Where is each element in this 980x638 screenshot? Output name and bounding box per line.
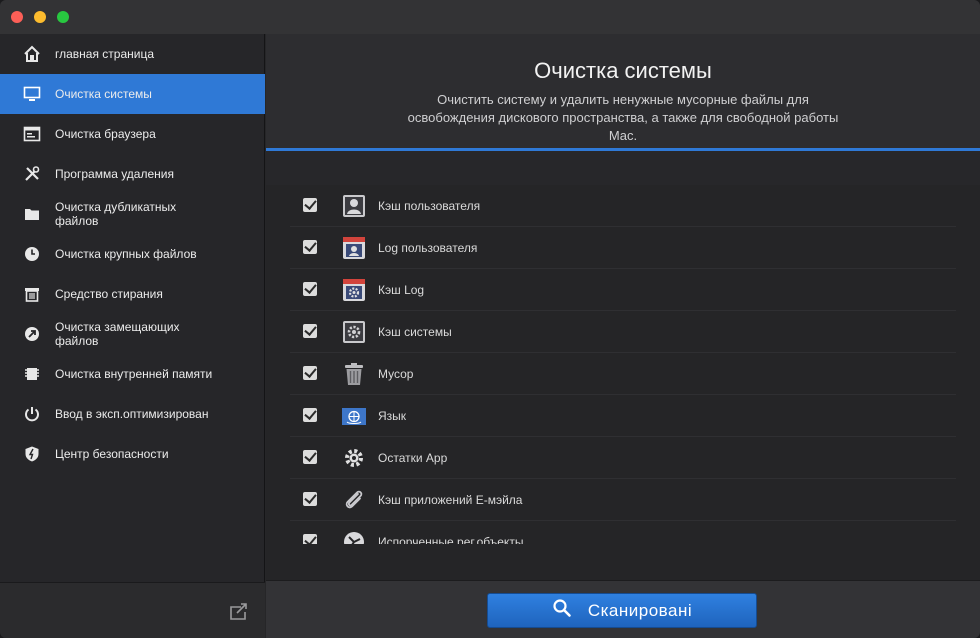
- list-item[interactable]: Log пользователя: [290, 227, 956, 269]
- sidebar-item-label: Ввод в эксп.оптимизирован: [55, 407, 209, 421]
- sidebar-item-shredder[interactable]: Средство стирания: [0, 274, 265, 314]
- item-label: Кэш пользователя: [378, 199, 481, 213]
- sidebar-item-startup-optimization[interactable]: Ввод в эксп.оптимизирован: [0, 394, 265, 434]
- sidebar-item-large-files[interactable]: Очистка крупных файлов: [0, 234, 265, 274]
- item-label: Язык: [378, 409, 407, 423]
- item-checkbox[interactable]: [303, 324, 317, 338]
- item-label: Кэш приложений E-мэйла: [378, 493, 523, 507]
- monitor-icon: [22, 84, 42, 104]
- list-item[interactable]: Кэш приложений E-мэйла: [290, 479, 956, 521]
- log-cache-icon: [341, 277, 367, 303]
- item-checkbox[interactable]: [303, 198, 317, 212]
- item-label: Испорченные рег.объекты: [378, 535, 524, 544]
- sidebar-item-alias-files[interactable]: Очистка замещающих файлов: [0, 314, 265, 354]
- sidebar-nav: главная страница Очистка системы Очистка…: [0, 34, 265, 474]
- list-item[interactable]: Язык: [290, 395, 956, 437]
- item-checkbox[interactable]: [303, 408, 317, 422]
- share-icon[interactable]: [228, 601, 250, 621]
- search-icon: [552, 598, 572, 623]
- close-window-button[interactable]: [11, 11, 23, 23]
- title-bar: [0, 0, 980, 34]
- list-item[interactable]: Испорченные рег.объекты: [290, 521, 956, 544]
- sidebar-item-label: Очистка системы: [55, 87, 152, 101]
- page-title: Очистка системы: [534, 58, 712, 83]
- sidebar: главная страница Очистка системы Очистка…: [0, 34, 265, 638]
- item-label: Кэш Log: [378, 283, 425, 297]
- item-checkbox[interactable]: [303, 240, 317, 254]
- user-log-icon: [341, 235, 367, 261]
- page-description: Очистить систему и удалить ненужные мусо…: [407, 92, 839, 143]
- sidebar-item-label: Центр безопасности: [55, 447, 169, 461]
- list-item[interactable]: Мусор: [290, 353, 956, 395]
- clock-icon: [22, 244, 42, 264]
- sidebar-item-label: Очистка внутренней памяти: [55, 367, 213, 381]
- item-checkbox[interactable]: [303, 282, 317, 296]
- sidebar-item-duplicate-files[interactable]: Очистка дубликатных файлов: [0, 194, 265, 234]
- item-checkbox[interactable]: [303, 450, 317, 464]
- home-icon: [22, 44, 42, 64]
- item-label: Остатки App: [378, 451, 448, 465]
- sidebar-item-home[interactable]: главная страница: [0, 34, 265, 74]
- main-panel: Очистка системы Очистить систему и удали…: [266, 34, 980, 638]
- trash-icon: [341, 361, 367, 387]
- gear-icon: [341, 445, 367, 471]
- list-item[interactable]: Кэш системы: [290, 311, 956, 353]
- item-label: Кэш системы: [378, 325, 452, 339]
- scan-button[interactable]: Сканировані: [487, 593, 757, 628]
- list-item[interactable]: Кэш пользователя: [290, 185, 956, 227]
- scan-button-label: Сканировані: [587, 600, 693, 620]
- item-checkbox[interactable]: [303, 366, 317, 380]
- section-header: Очистка системы Очистить систему и удали…: [266, 34, 980, 151]
- sidebar-item-label: главная страница: [55, 47, 155, 61]
- maximize-window-button[interactable]: [57, 11, 69, 23]
- item-label: Log пользователя: [378, 241, 478, 255]
- tools-icon: [22, 164, 42, 184]
- bottom-toolbar: Сканировані: [266, 580, 980, 638]
- sidebar-item-label: Очистка браузера: [55, 127, 156, 141]
- broken-registry-icon: [341, 529, 367, 544]
- item-checkbox[interactable]: [303, 492, 317, 506]
- shredder-icon: [22, 284, 42, 304]
- sidebar-item-uninstaller[interactable]: Программа удаления: [0, 154, 265, 194]
- item-label: Мусор: [378, 367, 414, 381]
- item-checkbox[interactable]: [303, 534, 317, 544]
- list-item[interactable]: Остатки App: [290, 437, 956, 479]
- sidebar-item-label: Очистка замещающих файлов: [55, 320, 180, 348]
- sidebar-item-label: Программа удаления: [55, 167, 174, 181]
- minimize-window-button[interactable]: [34, 11, 46, 23]
- memory-icon: [22, 364, 42, 384]
- sidebar-item-browser-cleanup[interactable]: Очистка браузера: [0, 114, 265, 154]
- sidebar-item-label: Очистка дубликатных файлов: [55, 200, 177, 228]
- list-header-bar: [266, 151, 980, 185]
- sidebar-footer: [0, 582, 265, 638]
- system-cache-icon: [341, 319, 367, 345]
- power-icon: [22, 404, 42, 424]
- alias-icon: [22, 324, 42, 344]
- paperclip-icon: [341, 487, 367, 513]
- sidebar-item-memory-cleanup[interactable]: Очистка внутренней памяти: [0, 354, 265, 394]
- sidebar-item-system-cleanup[interactable]: Очистка системы: [0, 74, 265, 114]
- sidebar-item-label: Средство стирания: [55, 287, 163, 301]
- language-flag-icon: [341, 403, 367, 429]
- browser-icon: [22, 124, 42, 144]
- cleanup-category-list: Кэш пользователя Log пользователя Кэш Lo…: [266, 185, 980, 544]
- user-cache-icon: [341, 193, 367, 219]
- sidebar-item-label: Очистка крупных файлов: [55, 247, 197, 261]
- shield-icon: [22, 444, 42, 464]
- sidebar-item-security-center[interactable]: Центр безопасности: [0, 434, 265, 474]
- list-item[interactable]: Кэш Log: [290, 269, 956, 311]
- folder-icon: [22, 204, 42, 224]
- app-window: главная страница Очистка системы Очистка…: [0, 0, 980, 638]
